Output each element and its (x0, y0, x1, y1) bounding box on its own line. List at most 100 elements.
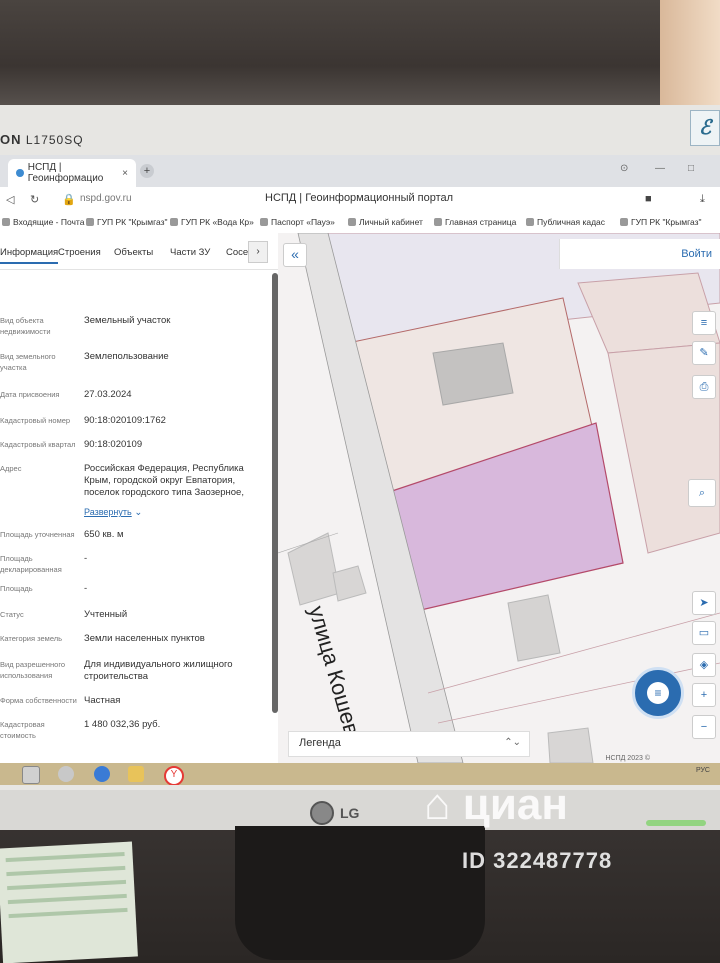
folder-icon[interactable] (128, 766, 144, 782)
wall-background (0, 0, 720, 110)
tab-parts[interactable]: Части ЗУ (170, 247, 210, 258)
row-value: Землепользование (84, 351, 169, 362)
tab-neighbors[interactable]: Сосе (226, 247, 248, 258)
chat-button[interactable]: ≡ (632, 667, 684, 719)
site-icon (434, 218, 442, 226)
search-panel-icon[interactable]: ⌕ (688, 479, 716, 507)
row-label: Кадастровый квартал (0, 440, 76, 449)
site-icon (260, 218, 268, 226)
bookmark-item[interactable]: Личный кабинет (348, 217, 423, 227)
row-value[interactable]: 90:18:020109 (84, 439, 264, 451)
settings-icon[interactable] (58, 766, 74, 782)
bookmark-item[interactable]: ГУП РК "Крымгаз" (86, 217, 168, 227)
row-label: Вид земельного участка (0, 352, 56, 372)
measure-icon[interactable]: ✎ (692, 341, 716, 365)
locate-icon[interactable]: ➤ (692, 591, 716, 615)
row-value[interactable]: 90:18:020109:1762 (84, 415, 264, 427)
legend-label: Легенда (299, 737, 341, 749)
paper-on-desk (0, 841, 138, 963)
doc-icon (86, 218, 94, 226)
bookmark-icon[interactable]: ■ (645, 193, 652, 205)
row-value: - (84, 583, 88, 594)
row-label: Дата присвоения (0, 390, 60, 399)
bookmark-item[interactable]: ГУП РК «Вода Кр» (170, 217, 254, 227)
tab-title: НСПД | Геоинформацио (27, 162, 104, 184)
building (547, 727, 594, 763)
chevron-down-icon: ⌄ (134, 507, 143, 518)
login-button[interactable]: Войти (681, 248, 712, 260)
bookmark-item[interactable]: Паспорт «Пауэ» (260, 217, 335, 227)
ie-icon[interactable] (94, 766, 110, 782)
row-value: 27.03.2024 (84, 389, 132, 400)
bookmark-item[interactable]: Входящие - Почта (2, 217, 84, 227)
row-value: Земли населенных пунктов (84, 633, 205, 644)
row-value: Частная (84, 695, 121, 706)
key-icon (348, 218, 356, 226)
print-icon[interactable]: ⎙ (692, 375, 716, 399)
explorer-icon[interactable] (22, 766, 40, 784)
row-label: Вид объекта недвижимости (0, 316, 51, 336)
bookmark-item[interactable]: ГУП РК "Крымгаз" (620, 217, 702, 227)
layers-icon[interactable]: ≡ (692, 311, 716, 335)
legend-dropdown[interactable]: Легенда ⌃⌄ (288, 731, 530, 757)
site-icon (170, 218, 178, 226)
bookmark-item[interactable]: Публичная кадас (526, 217, 605, 227)
row-value: Российская Федерация, Республика Крым, г… (84, 463, 244, 498)
tray-language[interactable]: РУС (696, 767, 710, 774)
row-label: Категория земель (0, 634, 63, 643)
browser-tab[interactable]: НСПД | Геоинформацио × (8, 159, 136, 187)
zoom-in-icon[interactable]: + (692, 683, 716, 707)
download-icon[interactable]: ⤓ (700, 193, 705, 206)
minimize-icon[interactable]: — (655, 163, 665, 174)
lg-brand-text: LG (340, 805, 360, 821)
login-area: Войти (559, 239, 720, 269)
row-label: Статус (0, 610, 24, 619)
screenshot-icon[interactable]: ▭ (692, 621, 716, 645)
watermark-id: ID 322487778 (462, 848, 613, 873)
tab-close-icon[interactable]: × (122, 168, 128, 179)
map-view[interactable]: улица Кошево « Войти ≡ ✎ ⎙ ⌕ ➤ ▭ ◈ + − ≡… (278, 233, 720, 763)
collapse-panel-button[interactable]: « (283, 243, 307, 267)
row-value: 650 кв. м (84, 529, 124, 540)
lg-logo: LG (310, 800, 380, 826)
row-label: Кадастровая стоимость (0, 720, 45, 740)
screen: НСПД | Геоинформацио × + ⊙ — □ ◁ ↻ 🔒 nsp… (0, 155, 720, 785)
row-value: Учтенный (84, 609, 128, 620)
new-tab-button[interactable]: + (140, 164, 154, 178)
pin-icon[interactable]: ◈ (692, 653, 716, 677)
doc-icon (620, 218, 628, 226)
panel-tabs: Информация Строения Объекты Части ЗУ Сос… (0, 233, 278, 270)
monitor-stand (235, 826, 485, 960)
watermark-logo: ⌂ циан (424, 780, 568, 829)
energy-sticker-icon: ℰ (690, 110, 720, 146)
back-icon[interactable]: ◁ (6, 193, 14, 206)
tabs-scroll-right-icon[interactable]: › (248, 241, 268, 263)
history-icon[interactable]: ⊙ (620, 163, 628, 174)
row-label: Площадь (0, 584, 33, 593)
address-bar: ◁ ↻ 🔒 nspd.gov.ru НСПД | Геоинформационн… (0, 187, 720, 214)
maximize-icon[interactable]: □ (688, 163, 694, 174)
lg-circle-icon (310, 801, 334, 825)
tab-objects[interactable]: Объекты (114, 247, 153, 258)
url-field[interactable]: nspd.gov.ru (80, 193, 132, 204)
row-value: Земельный участок (84, 315, 171, 326)
tab-information[interactable]: Информация (0, 247, 59, 264)
row-value: Для индивидуального жилищного строительс… (84, 659, 233, 682)
page-title: НСПД | Геоинформационный портал (265, 192, 454, 204)
row-label: Вид разрешенного использования (0, 660, 66, 680)
row-value: 1 480 032,36 руб. (84, 719, 161, 730)
map-footer: НСПД 2023 © (605, 755, 650, 762)
monitor-model: ON L1750SQ (0, 132, 84, 147)
refresh-icon[interactable]: ↻ (30, 193, 39, 206)
bookmark-item[interactable]: Главная страница (434, 217, 516, 227)
yandex-browser-icon[interactable]: Y (164, 766, 184, 785)
zoom-out-icon[interactable]: − (692, 715, 716, 739)
row-label: Форма собственности (0, 696, 77, 705)
tab-buildings[interactable]: Строения (58, 247, 101, 258)
browser-tabbar: НСПД | Геоинформацио × + ⊙ — □ (0, 155, 720, 187)
chevron-updown-icon: ⌃⌄ (504, 737, 521, 748)
row-label: Адрес (0, 464, 22, 473)
chat-icon: ≡ (647, 682, 669, 704)
tab-favicon-icon (16, 169, 24, 177)
expand-link[interactable]: Развернуть ⌄ (84, 506, 264, 519)
